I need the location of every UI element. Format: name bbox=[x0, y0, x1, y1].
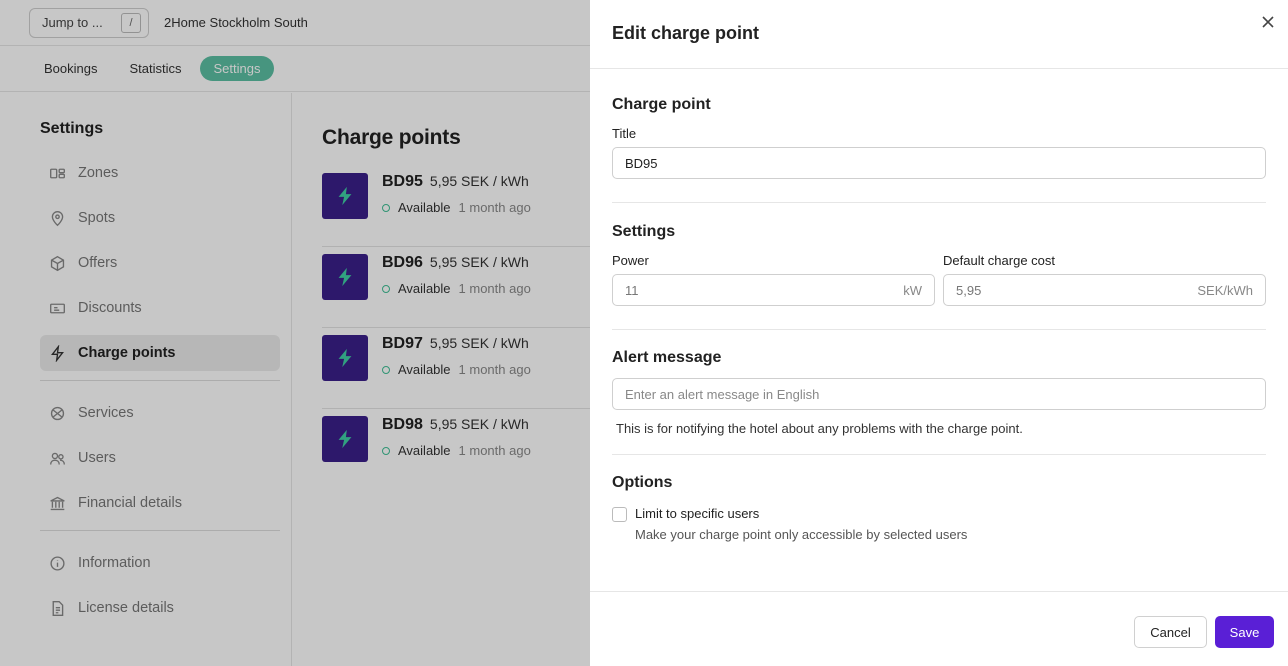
title-input[interactable]: BD95 bbox=[612, 147, 1266, 179]
cost-unit: SEK/kWh bbox=[1197, 282, 1253, 298]
settings-section: Settings Power 11 kW Default charge cost… bbox=[590, 203, 1288, 306]
limit-users-label[interactable]: Limit to specific users bbox=[635, 506, 967, 521]
cost-value: 5,95 bbox=[956, 282, 982, 298]
modal-backdrop[interactable] bbox=[0, 0, 590, 666]
power-label: Power bbox=[612, 253, 649, 268]
limit-users-help: Make your charge point only accessible b… bbox=[635, 527, 968, 542]
cancel-button[interactable]: Cancel bbox=[1134, 616, 1207, 648]
section-heading: Charge point bbox=[612, 96, 711, 113]
section-heading: Alert message bbox=[612, 349, 722, 366]
limit-users-checkbox[interactable] bbox=[612, 507, 627, 522]
charge-point-section: Charge point Title BD95 bbox=[590, 69, 1288, 179]
drawer-header: Edit charge point bbox=[590, 0, 1288, 69]
close-button[interactable] bbox=[1260, 14, 1276, 30]
alert-help-text: This is for notifying the hotel about an… bbox=[616, 421, 1023, 436]
section-heading: Options bbox=[612, 474, 673, 491]
section-heading: Settings bbox=[612, 223, 676, 240]
alert-section: Alert message Enter an alert message in … bbox=[590, 330, 1288, 436]
save-button[interactable]: Save bbox=[1215, 616, 1274, 648]
alert-placeholder: Enter an alert message in English bbox=[625, 386, 820, 402]
cost-label: Default charge cost bbox=[943, 253, 1056, 268]
drawer-footer: Cancel Save bbox=[590, 591, 1288, 666]
title-value: BD95 bbox=[625, 155, 658, 171]
charge-cost-input[interactable]: 5,95 SEK/kWh bbox=[943, 274, 1266, 306]
alert-message-input[interactable]: Enter an alert message in English bbox=[612, 378, 1266, 410]
power-input[interactable]: 11 kW bbox=[612, 274, 935, 306]
edit-charge-point-drawer: Edit charge point Charge point Title BD9… bbox=[590, 0, 1288, 666]
drawer-title: Edit charge point bbox=[612, 22, 760, 43]
options-section: Options Limit to specific users Make you… bbox=[590, 455, 1288, 542]
power-unit: kW bbox=[903, 282, 922, 298]
title-label: Title bbox=[612, 126, 637, 141]
close-icon bbox=[1262, 16, 1274, 28]
power-value: 11 bbox=[625, 282, 639, 298]
